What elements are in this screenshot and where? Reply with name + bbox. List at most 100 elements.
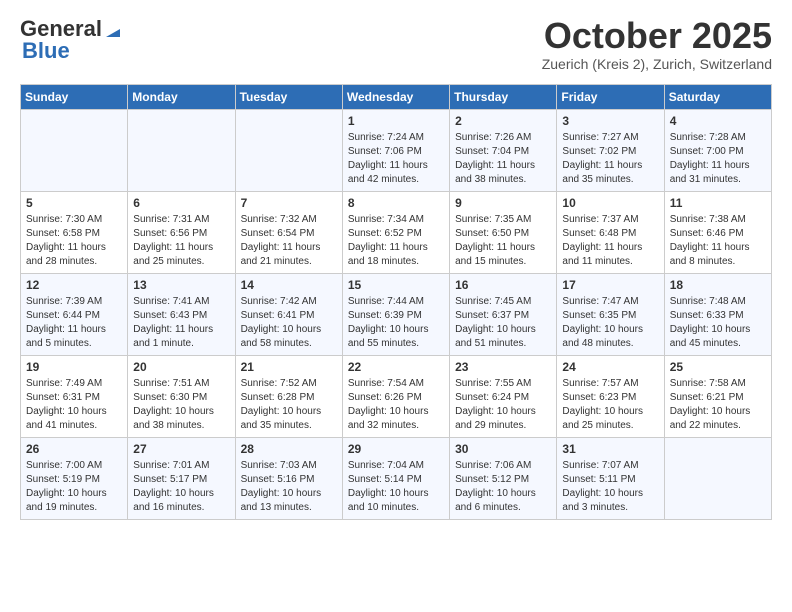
day-number: 4 — [670, 114, 766, 128]
cell-w1-d3 — [235, 109, 342, 191]
day-number: 15 — [348, 278, 444, 292]
day-number: 23 — [455, 360, 551, 374]
day-info: Sunrise: 7:06 AM Sunset: 5:12 PM Dayligh… — [455, 459, 551, 515]
col-saturday: Saturday — [664, 84, 771, 109]
col-friday: Friday — [557, 84, 664, 109]
calendar-table: Sunday Monday Tuesday Wednesday Thursday… — [20, 84, 772, 520]
day-number: 2 — [455, 114, 551, 128]
day-info: Sunrise: 7:48 AM Sunset: 6:33 PM Dayligh… — [670, 295, 766, 351]
cell-w3-d6: 17 Sunrise: 7:47 AM Sunset: 6:35 PM Dayli… — [557, 273, 664, 355]
title-block: October 2025 Zuerich (Kreis 2), Zurich, … — [542, 16, 772, 72]
day-number: 8 — [348, 196, 444, 210]
day-info: Sunrise: 7:47 AM Sunset: 6:35 PM Dayligh… — [562, 295, 658, 351]
logo: General Blue — [20, 16, 122, 64]
day-info: Sunrise: 7:07 AM Sunset: 5:11 PM Dayligh… — [562, 459, 658, 515]
day-number: 25 — [670, 360, 766, 374]
cell-w1-d2 — [128, 109, 235, 191]
cell-w4-d1: 19 Sunrise: 7:49 AM Sunset: 6:31 PM Dayli… — [21, 355, 128, 437]
day-number: 16 — [455, 278, 551, 292]
col-thursday: Thursday — [450, 84, 557, 109]
day-number: 9 — [455, 196, 551, 210]
cell-w5-d6: 31 Sunrise: 7:07 AM Sunset: 5:11 PM Dayli… — [557, 437, 664, 519]
day-number: 30 — [455, 442, 551, 456]
logo-blue: Blue — [20, 38, 70, 64]
week-row-2: 5Sunrise: 7:30 AM Sunset: 6:58 PM Daylig… — [21, 191, 772, 273]
day-info: Sunrise: 7:54 AM Sunset: 6:26 PM Dayligh… — [348, 377, 444, 433]
day-info: Sunrise: 7:03 AM Sunset: 5:16 PM Dayligh… — [241, 459, 337, 515]
cell-w1-d6: 3Sunrise: 7:27 AM Sunset: 7:02 PM Daylig… — [557, 109, 664, 191]
cell-w5-d5: 30 Sunrise: 7:06 AM Sunset: 5:12 PM Dayli… — [450, 437, 557, 519]
day-info: Sunrise: 7:49 AM Sunset: 6:31 PM Dayligh… — [26, 377, 122, 433]
day-info: Sunrise: 7:51 AM Sunset: 6:30 PM Dayligh… — [133, 377, 229, 433]
day-number: 22 — [348, 360, 444, 374]
col-wednesday: Wednesday — [342, 84, 449, 109]
day-info: Sunrise: 7:42 AM Sunset: 6:41 PM Dayligh… — [241, 295, 337, 351]
day-info: Sunrise: 7:39 AM Sunset: 6:44 PM Dayligh… — [26, 295, 122, 351]
header-row: Sunday Monday Tuesday Wednesday Thursday… — [21, 84, 772, 109]
day-info: Sunrise: 7:30 AM Sunset: 6:58 PM Dayligh… — [26, 213, 122, 269]
day-info: Sunrise: 7:44 AM Sunset: 6:39 PM Dayligh… — [348, 295, 444, 351]
cell-w1-d7: 4 Sunrise: 7:28 AM Sunset: 7:00 PM Daylig… — [664, 109, 771, 191]
cell-w3-d7: 18 Sunrise: 7:48 AM Sunset: 6:33 PM Dayli… — [664, 273, 771, 355]
col-sunday: Sunday — [21, 84, 128, 109]
day-number: 13 — [133, 278, 229, 292]
day-number: 31 — [562, 442, 658, 456]
day-number: 7 — [241, 196, 337, 210]
day-number: 10 — [562, 196, 658, 210]
day-number: 26 — [26, 442, 122, 456]
cell-w4-d4: 22 Sunrise: 7:54 AM Sunset: 6:26 PM Dayli… — [342, 355, 449, 437]
day-number: 11 — [670, 196, 766, 210]
page: General Blue October 2025 Zuerich (Kreis… — [0, 0, 792, 536]
day-number: 28 — [241, 442, 337, 456]
day-info: Sunrise: 7:04 AM Sunset: 5:14 PM Dayligh… — [348, 459, 444, 515]
day-number: 19 — [26, 360, 122, 374]
week-row-1: 1Sunrise: 7:24 AM Sunset: 7:06 PM Daylig… — [21, 109, 772, 191]
cell-w2-d6: 10 Sunrise: 7:37 AM Sunset: 6:48 PM Dayli… — [557, 191, 664, 273]
day-number: 29 — [348, 442, 444, 456]
day-info: Sunrise: 7:57 AM Sunset: 6:23 PM Dayligh… — [562, 377, 658, 433]
day-info: Sunrise: 7:41 AM Sunset: 6:43 PM Dayligh… — [133, 295, 229, 351]
day-info: Sunrise: 7:28 AM Sunset: 7:00 PM Dayligh… — [670, 131, 766, 187]
day-info: Sunrise: 7:00 AM Sunset: 5:19 PM Dayligh… — [26, 459, 122, 515]
day-info: Sunrise: 7:58 AM Sunset: 6:21 PM Dayligh… — [670, 377, 766, 433]
cell-w2-d2: 6Sunrise: 7:31 AM Sunset: 6:56 PM Daylig… — [128, 191, 235, 273]
day-info: Sunrise: 7:34 AM Sunset: 6:52 PM Dayligh… — [348, 213, 444, 269]
week-row-3: 12 Sunrise: 7:39 AM Sunset: 6:44 PM Dayli… — [21, 273, 772, 355]
cell-w2-d4: 8 Sunrise: 7:34 AM Sunset: 6:52 PM Daylig… — [342, 191, 449, 273]
cell-w1-d5: 2 Sunrise: 7:26 AM Sunset: 7:04 PM Daylig… — [450, 109, 557, 191]
logo-triangle-icon — [102, 19, 122, 39]
cell-w5-d7 — [664, 437, 771, 519]
cell-w3-d3: 14 Sunrise: 7:42 AM Sunset: 6:41 PM Dayli… — [235, 273, 342, 355]
cell-w1-d1 — [21, 109, 128, 191]
cell-w2-d3: 7Sunrise: 7:32 AM Sunset: 6:54 PM Daylig… — [235, 191, 342, 273]
cell-w4-d6: 24Sunrise: 7:57 AM Sunset: 6:23 PM Dayli… — [557, 355, 664, 437]
day-number: 18 — [670, 278, 766, 292]
cell-w4-d2: 20Sunrise: 7:51 AM Sunset: 6:30 PM Dayli… — [128, 355, 235, 437]
day-info: Sunrise: 7:45 AM Sunset: 6:37 PM Dayligh… — [455, 295, 551, 351]
day-info: Sunrise: 7:37 AM Sunset: 6:48 PM Dayligh… — [562, 213, 658, 269]
day-number: 14 — [241, 278, 337, 292]
cell-w4-d5: 23 Sunrise: 7:55 AM Sunset: 6:24 PM Dayli… — [450, 355, 557, 437]
cell-w2-d5: 9 Sunrise: 7:35 AM Sunset: 6:50 PM Daylig… — [450, 191, 557, 273]
day-info: Sunrise: 7:01 AM Sunset: 5:17 PM Dayligh… — [133, 459, 229, 515]
cell-w4-d7: 25 Sunrise: 7:58 AM Sunset: 6:21 PM Dayli… — [664, 355, 771, 437]
day-number: 12 — [26, 278, 122, 292]
day-number: 17 — [562, 278, 658, 292]
week-row-5: 26 Sunrise: 7:00 AM Sunset: 5:19 PM Dayli… — [21, 437, 772, 519]
day-info: Sunrise: 7:55 AM Sunset: 6:24 PM Dayligh… — [455, 377, 551, 433]
day-info: Sunrise: 7:35 AM Sunset: 6:50 PM Dayligh… — [455, 213, 551, 269]
cell-w3-d1: 12 Sunrise: 7:39 AM Sunset: 6:44 PM Dayli… — [21, 273, 128, 355]
cell-w3-d5: 16 Sunrise: 7:45 AM Sunset: 6:37 PM Dayli… — [450, 273, 557, 355]
col-monday: Monday — [128, 84, 235, 109]
cell-w5-d1: 26 Sunrise: 7:00 AM Sunset: 5:19 PM Dayli… — [21, 437, 128, 519]
cell-w5-d2: 27 Sunrise: 7:01 AM Sunset: 5:17 PM Dayli… — [128, 437, 235, 519]
day-number: 27 — [133, 442, 229, 456]
day-info: Sunrise: 7:27 AM Sunset: 7:02 PM Dayligh… — [562, 131, 658, 187]
day-info: Sunrise: 7:26 AM Sunset: 7:04 PM Dayligh… — [455, 131, 551, 187]
day-info: Sunrise: 7:24 AM Sunset: 7:06 PM Dayligh… — [348, 131, 444, 187]
day-info: Sunrise: 7:52 AM Sunset: 6:28 PM Dayligh… — [241, 377, 337, 433]
month-title: October 2025 — [542, 16, 772, 56]
cell-w2-d1: 5Sunrise: 7:30 AM Sunset: 6:58 PM Daylig… — [21, 191, 128, 273]
week-row-4: 19 Sunrise: 7:49 AM Sunset: 6:31 PM Dayli… — [21, 355, 772, 437]
location-subtitle: Zuerich (Kreis 2), Zurich, Switzerland — [542, 56, 772, 72]
